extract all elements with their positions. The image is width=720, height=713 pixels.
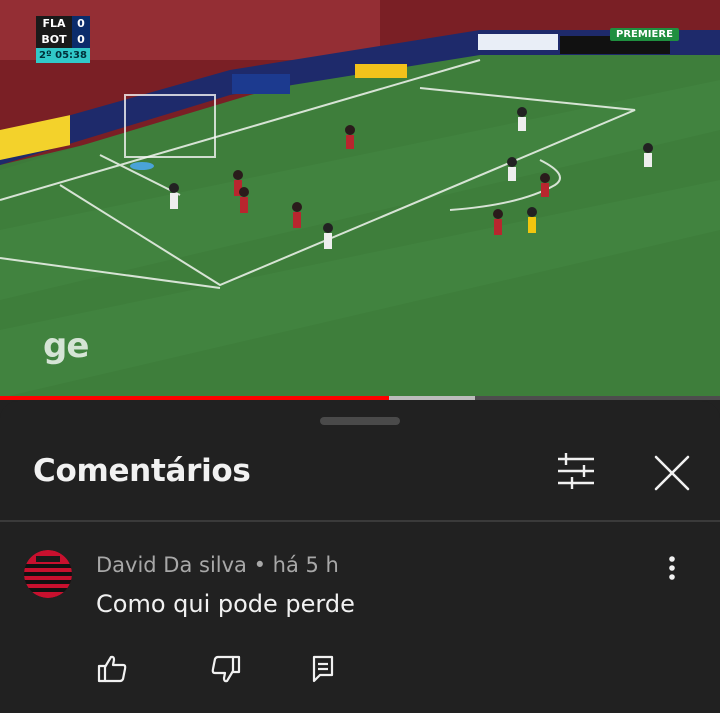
broadcaster-badge: PREMIERE <box>610 28 679 41</box>
sliders-icon <box>558 453 594 489</box>
home-score: 0 <box>72 16 90 32</box>
comments-title: Comentários <box>33 453 251 489</box>
soccer-match-frame <box>0 0 720 398</box>
progress-played <box>0 396 389 400</box>
scoreboard: FLA 0 BOT 0 2º 05:38 <box>36 16 92 63</box>
away-team: BOT <box>36 32 72 48</box>
header-divider <box>0 520 720 522</box>
thumbs-up-icon <box>97 655 127 683</box>
more-vertical-icon <box>669 556 675 580</box>
away-score: 0 <box>72 32 90 48</box>
close-button[interactable] <box>648 449 696 497</box>
home-team: FLA <box>36 16 72 32</box>
flamengo-crest-avatar <box>24 550 72 598</box>
comment-text: Como qui pode perde <box>96 590 355 618</box>
thumbs-down-icon <box>211 655 241 683</box>
drag-handle[interactable] <box>320 417 400 425</box>
video-player[interactable]: FLA 0 BOT 0 2º 05:38 PREMIERE ge <box>0 0 720 398</box>
comments-sheet: Comentários David Da silva • há 5 h Como… <box>0 401 720 713</box>
reply-button[interactable] <box>306 653 340 685</box>
dislike-button[interactable] <box>208 653 242 685</box>
video-progress-bar[interactable] <box>0 396 720 400</box>
sort-filter-button[interactable] <box>552 451 600 491</box>
avatar[interactable] <box>24 550 72 598</box>
reply-comment-icon <box>312 655 334 683</box>
comment-author-and-time: David Da silva • há 5 h <box>96 553 339 577</box>
match-clock: 2º 05:38 <box>36 48 90 63</box>
comment-more-button[interactable] <box>660 553 684 585</box>
close-icon <box>654 455 690 491</box>
ge-watermark: ge <box>43 326 89 366</box>
like-button[interactable] <box>96 653 130 685</box>
